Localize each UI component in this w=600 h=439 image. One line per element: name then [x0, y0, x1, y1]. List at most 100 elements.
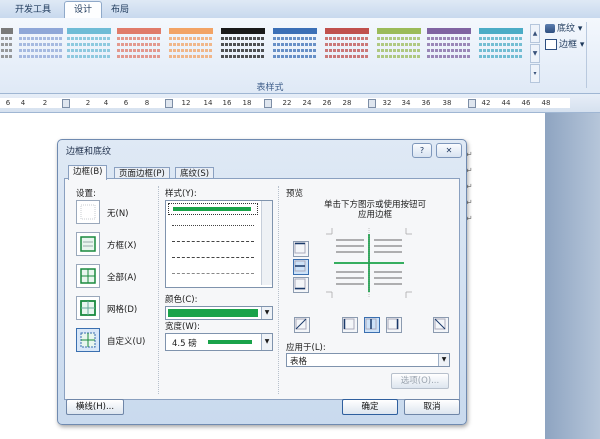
swatch-body-row — [325, 55, 369, 58]
dashed-line-option[interactable] — [172, 241, 254, 242]
ruler-column-marker[interactable] — [468, 99, 476, 108]
ruler-number: 6 — [123, 99, 129, 107]
paragraph-mark: ↵ — [466, 198, 473, 207]
swatch-header-row — [1, 28, 13, 34]
ruler-column-marker[interactable] — [62, 99, 70, 108]
table-style-swatch[interactable] — [376, 27, 422, 65]
table-style-swatch[interactable] — [324, 27, 370, 65]
grid-border-icon — [80, 300, 96, 316]
border-icon — [545, 39, 557, 50]
setting-none-button[interactable] — [76, 200, 100, 224]
table-style-swatch[interactable] — [66, 27, 112, 65]
inside-horizontal-border-button[interactable] — [293, 259, 309, 275]
swatch-body-row — [1, 49, 13, 52]
left-border-button[interactable] — [342, 317, 358, 333]
horizontal-ruler[interactable]: 6 4 2 2 4 6 8 12 14 16 18 22 24 26 28 32 34 36 38 42 44 46 48 — [0, 94, 600, 113]
setting-all-button[interactable] — [76, 264, 100, 288]
table-style-swatch[interactable] — [478, 27, 524, 65]
help-button[interactable]: ? — [412, 143, 432, 158]
swatch-body-row — [169, 55, 213, 58]
width-select[interactable]: 4.5 磅 ▼ — [165, 333, 273, 351]
bottom-border-button[interactable] — [293, 277, 309, 293]
ruler-number: 22 — [282, 99, 292, 107]
gallery-down-icon[interactable]: ▼ — [530, 44, 540, 63]
width-value: 4.5 磅 — [172, 339, 197, 349]
inside-vertical-border-button[interactable] — [364, 317, 380, 333]
ruler-number: 42 — [481, 99, 491, 107]
solid-line-sample — [173, 207, 251, 211]
diagonal-down-border-button[interactable] — [294, 317, 310, 333]
swatch-body-row — [221, 55, 265, 58]
swatch-header-row — [169, 28, 213, 34]
setting-all-label[interactable]: 全部(A) — [107, 271, 136, 283]
ruler-column-marker[interactable] — [165, 99, 173, 108]
ok-button[interactable]: 确定 — [342, 399, 398, 415]
table-style-swatch[interactable] — [116, 27, 162, 65]
swatch-header-row — [377, 28, 421, 34]
dash-dot-line-option[interactable] — [172, 273, 254, 274]
box-border-icon — [80, 236, 96, 252]
tab-developer-tools[interactable]: 开发工具 — [6, 2, 60, 18]
dotted-line-option[interactable] — [172, 225, 254, 226]
cancel-button[interactable]: 取消 — [404, 399, 460, 415]
color-select[interactable]: ▼ — [165, 306, 273, 320]
line-style-list[interactable] — [165, 200, 273, 288]
ruler-number: 4 — [20, 99, 26, 107]
setting-box-label[interactable]: 方框(X) — [107, 239, 136, 251]
swatch-header-row — [273, 28, 317, 34]
setting-box-button[interactable] — [76, 232, 100, 256]
selected-style-item[interactable] — [168, 203, 258, 215]
close-button[interactable]: ✕ — [436, 143, 462, 158]
paint-bucket-icon — [545, 24, 555, 33]
chevron-down-icon[interactable]: ▼ — [438, 354, 449, 366]
long-dash-line-option[interactable] — [172, 257, 254, 258]
table-style-swatch[interactable] — [168, 27, 214, 65]
ruler-number: 26 — [322, 99, 332, 107]
color-swatch — [168, 309, 258, 317]
swatch-body-row — [117, 49, 161, 52]
ruler-number: 34 — [401, 99, 411, 107]
gallery-up-icon[interactable]: ▲ — [530, 24, 540, 43]
setting-grid-label[interactable]: 网格(D) — [107, 303, 137, 315]
setting-none-label[interactable]: 无(N) — [107, 207, 129, 219]
shading-button[interactable]: 底纹 ▾ — [545, 22, 582, 36]
swatch-body-row — [325, 49, 369, 52]
bottom-border-icon — [294, 278, 306, 290]
tab-layout[interactable]: 布局 — [102, 2, 138, 18]
ruler-column-marker[interactable] — [368, 99, 376, 108]
tab-borders[interactable]: 边框(B) — [68, 165, 108, 180]
setting-grid-button[interactable] — [76, 296, 100, 320]
border-preview-diagram[interactable] — [326, 228, 412, 298]
swatch-body-row — [169, 49, 213, 52]
ruler-number: 4 — [103, 99, 109, 107]
ruler-number: 2 — [85, 99, 91, 107]
table-style-swatch[interactable] — [220, 27, 266, 65]
swatch-header-row — [325, 28, 369, 34]
setting-custom-button[interactable] — [76, 328, 100, 352]
shading-label: 底纹 — [557, 24, 576, 34]
apply-to-select[interactable]: 表格 ▼ — [286, 353, 450, 367]
style-list-scrollbar[interactable] — [261, 201, 272, 285]
table-style-swatch[interactable] — [18, 27, 64, 65]
table-styles-gallery[interactable] — [0, 24, 542, 78]
horizontal-line-button[interactable]: 横线(H)... — [66, 399, 124, 415]
setting-custom-label[interactable]: 自定义(U) — [107, 335, 145, 347]
ruler-number: 12 — [181, 99, 191, 107]
options-button[interactable]: 选项(O)... — [391, 373, 449, 389]
table-style-swatch[interactable] — [272, 27, 318, 65]
top-border-button[interactable] — [293, 241, 309, 257]
paragraph-mark: ↵ — [466, 166, 473, 175]
table-style-swatch[interactable] — [426, 27, 472, 65]
chevron-down-icon[interactable]: ▼ — [261, 334, 272, 350]
borders-button[interactable]: 边框 ▾ — [545, 38, 584, 52]
swatch-body-row — [1, 55, 13, 58]
right-border-button[interactable] — [386, 317, 402, 333]
tab-design[interactable]: 设计 — [64, 1, 103, 19]
swatch-body-row — [19, 37, 63, 40]
custom-border-icon — [80, 332, 96, 348]
gallery-scroll[interactable]: ▲ ▼ ▾ — [530, 24, 540, 83]
chevron-down-icon[interactable]: ▼ — [261, 307, 272, 319]
table-style-swatch[interactable] — [0, 27, 14, 65]
ruler-column-marker[interactable] — [264, 99, 272, 108]
diagonal-up-border-button[interactable] — [433, 317, 449, 333]
